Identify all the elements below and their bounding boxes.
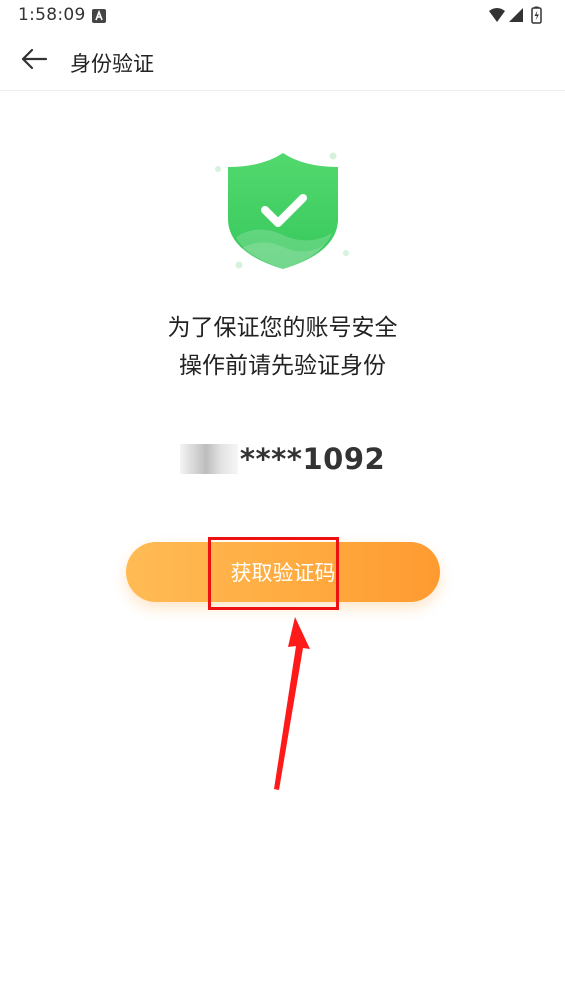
app-bar: 身份验证 <box>0 32 565 91</box>
a-notification-icon <box>92 8 106 27</box>
phone-number-row: ****1092 <box>0 442 565 476</box>
red-arrow-icon <box>268 615 318 799</box>
arrow-left-icon <box>20 48 48 74</box>
battery-icon <box>531 6 542 24</box>
status-time: 1:58:09 <box>18 5 86 25</box>
status-icons <box>487 6 553 30</box>
message-line-2: 操作前请先验证身份 <box>179 353 386 379</box>
phone-number: ****1092 <box>239 442 386 476</box>
back-button[interactable] <box>14 44 54 78</box>
screen: 1:58:09 身份验证 为了保证您的账号安全 操作前请先验证身份 ****10… <box>0 0 565 1004</box>
phone-mask <box>179 444 238 474</box>
page-title: 身份验证 <box>70 52 154 76</box>
highlight-box <box>208 537 339 610</box>
verification-message: 为了保证您的账号安全 操作前请先验证身份 <box>0 309 565 385</box>
status-bar: 1:58:09 <box>0 0 565 32</box>
signal-icon <box>509 8 523 22</box>
wifi-icon <box>489 8 505 22</box>
message-line-1: 为了保证您的账号安全 <box>167 315 398 341</box>
shield-check-icon <box>208 145 358 275</box>
